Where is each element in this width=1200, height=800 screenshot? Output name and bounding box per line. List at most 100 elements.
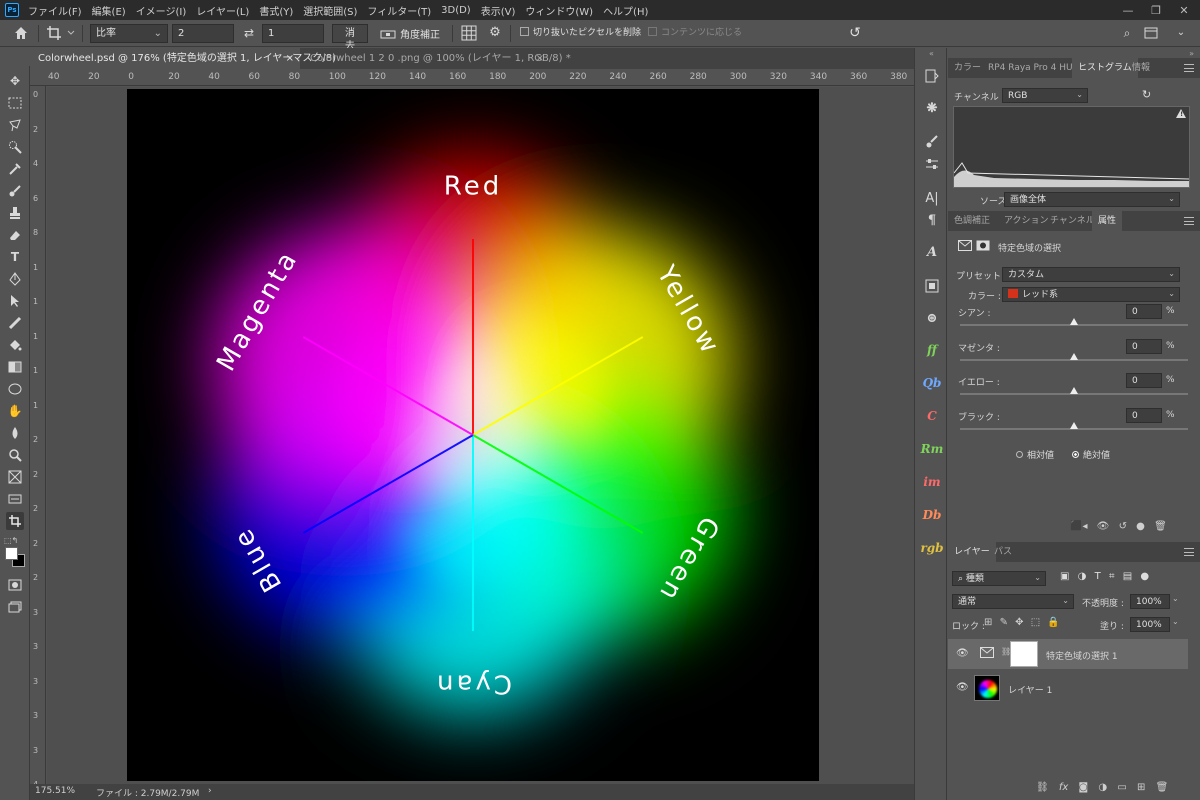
- reset-adjustment-icon[interactable]: ↺: [1119, 521, 1127, 532]
- content-aware-checkbox[interactable]: コンテンツに応じる: [648, 24, 748, 43]
- slider-thumb[interactable]: [1070, 421, 1078, 429]
- type-tool-icon[interactable]: T: [6, 248, 24, 266]
- mask-icon[interactable]: [976, 240, 990, 254]
- menu-image[interactable]: イメージ(I): [136, 3, 187, 18]
- fill-dropdown-icon[interactable]: ⌄: [1172, 617, 1179, 626]
- move-tool-icon[interactable]: ✥: [6, 72, 24, 90]
- clip-to-layer-icon[interactable]: ⬛◂: [1070, 521, 1087, 532]
- blend-mode-dropdown[interactable]: 通常 ⌄: [952, 594, 1074, 609]
- tab-info[interactable]: 情報: [1126, 58, 1156, 78]
- source-dropdown[interactable]: 画像全体 ⌄: [1004, 192, 1180, 207]
- ellipse-tool-icon[interactable]: [6, 380, 24, 398]
- plugin-icon-3[interactable]: Rm: [921, 439, 944, 459]
- lock-all-icon[interactable]: 🔒: [1047, 617, 1059, 628]
- menu-window[interactable]: ウィンドウ(W): [525, 3, 593, 18]
- link-layers-icon[interactable]: ⛓: [1036, 782, 1049, 793]
- menu-file[interactable]: ファイル(F): [28, 3, 82, 18]
- close-icon[interactable]: ×: [286, 48, 294, 69]
- search-icon[interactable]: ⌕: [1118, 24, 1136, 43]
- document-canvas[interactable]: Red Yellow Green Cyan Blue Magenta: [127, 89, 819, 781]
- add-mask-icon[interactable]: ◙: [1079, 782, 1089, 793]
- foreground-color-swatch[interactable]: [5, 547, 18, 560]
- shape-filter-icon[interactable]: ⌗: [1109, 571, 1115, 582]
- overlay-grid-icon[interactable]: [460, 24, 478, 43]
- gear-icon[interactable]: ⚙: [486, 24, 504, 43]
- layer-filter-dropdown[interactable]: ⌕ 種類 ⌄: [952, 571, 1046, 586]
- opacity-dropdown-icon[interactable]: ⌄: [1172, 594, 1179, 603]
- straighten-button[interactable]: 角度補正: [380, 24, 446, 43]
- menu-filter[interactable]: フィルター(T): [367, 3, 431, 18]
- relative-radio[interactable]: 相対値: [1016, 448, 1054, 461]
- menu-select[interactable]: 選択範囲(S): [303, 3, 357, 18]
- slider-thumb[interactable]: [1070, 318, 1078, 325]
- minimize-button[interactable]: —: [1114, 0, 1142, 20]
- width-ratio-input[interactable]: 2: [172, 24, 234, 43]
- layer-row-layer-1[interactable]: 👁 レイヤー 1: [948, 673, 1188, 703]
- plugin-icon-6[interactable]: rgb: [920, 538, 943, 558]
- slider-value-input[interactable]: 0: [1126, 407, 1162, 423]
- filter-toggle-icon[interactable]: ●: [1140, 571, 1149, 582]
- menu-view[interactable]: 表示(V): [481, 3, 516, 18]
- tab-colorwheel-png[interactable]: Colorwheel 1 2 0 .png @ 100% (レイヤー 1, RG…: [302, 48, 571, 69]
- trash-icon[interactable]: 🗑: [1156, 782, 1169, 793]
- tab-adjustments[interactable]: 色調補正: [948, 211, 996, 231]
- visibility-icon[interactable]: ●: [1136, 521, 1145, 532]
- absolute-radio[interactable]: 絶対値: [1072, 448, 1110, 461]
- paragraph-panel-icon[interactable]: ¶: [922, 210, 942, 230]
- character-panel-icon[interactable]: A|: [922, 188, 942, 208]
- slider-value-input[interactable]: 0: [1126, 304, 1162, 319]
- slider-thumb[interactable]: [1070, 387, 1078, 394]
- pixel-filter-icon[interactable]: ▣: [1060, 571, 1069, 582]
- layer-name[interactable]: レイヤー 1: [1008, 683, 1052, 696]
- eraser-tool-icon[interactable]: [6, 226, 24, 244]
- stamp-tool-icon[interactable]: [6, 204, 24, 222]
- glyphs-icon[interactable]: A: [922, 242, 942, 262]
- zoom-level[interactable]: 175.51%: [35, 786, 75, 796]
- lock-move-icon[interactable]: ✥: [1015, 617, 1023, 628]
- home-icon[interactable]: [12, 24, 30, 43]
- eyedropper-tool-icon[interactable]: [6, 160, 24, 178]
- plugin-icon-2[interactable]: C: [922, 406, 942, 426]
- crop-tool-preset-icon[interactable]: [46, 24, 76, 43]
- plugin-icon-5[interactable]: Db: [922, 505, 942, 525]
- close-icon[interactable]: ×: [536, 48, 544, 69]
- libraries-icon[interactable]: [922, 276, 942, 296]
- swap-colors-icon[interactable]: ⬚↰: [4, 536, 18, 545]
- layer-row-selective-color[interactable]: 👁 ⛓ 特定色域の選択 1: [948, 639, 1188, 669]
- tab-properties[interactable]: 属性: [1092, 211, 1123, 231]
- restore-button[interactable]: ❐: [1142, 0, 1170, 20]
- marquee-tool-icon[interactable]: [6, 94, 24, 112]
- new-adjustment-icon[interactable]: ◑: [1098, 782, 1107, 793]
- lasso-tool-icon[interactable]: [6, 116, 24, 134]
- view-previous-icon[interactable]: 👁: [1097, 521, 1110, 532]
- opacity-input[interactable]: 100%: [1130, 594, 1170, 609]
- ratio-dropdown[interactable]: 比率 ⌄: [90, 24, 168, 43]
- panel-menu-icon[interactable]: [1184, 548, 1194, 556]
- slider-thumb[interactable]: [1070, 352, 1078, 360]
- path-select-tool-icon[interactable]: [6, 292, 24, 310]
- panel-menu-icon[interactable]: [1184, 217, 1194, 225]
- slider-value-input[interactable]: 0: [1126, 373, 1162, 388]
- workspace-icon[interactable]: [1142, 24, 1160, 43]
- bucket-tool-icon[interactable]: [6, 336, 24, 354]
- slider-value-input[interactable]: 0: [1126, 338, 1162, 354]
- panel-menu-icon[interactable]: [1184, 64, 1194, 72]
- layer-mask-thumbnail[interactable]: [1010, 641, 1038, 667]
- tab-raya-pro[interactable]: RP4 Raya Pro 4 HUB: [982, 58, 1085, 78]
- plugin-icon-1[interactable]: Qb: [922, 373, 942, 393]
- sliders-icon[interactable]: [922, 154, 942, 174]
- swap-icon[interactable]: ⇄: [240, 24, 258, 43]
- adjustment-filter-icon[interactable]: ◑: [1078, 571, 1087, 582]
- fx-icon[interactable]: fx: [1059, 782, 1068, 793]
- menu-edit[interactable]: 編集(E): [92, 3, 126, 18]
- height-ratio-input[interactable]: 1: [262, 24, 324, 43]
- share-icon[interactable]: ⌄: [1170, 24, 1192, 43]
- misc-tool-icon[interactable]: [6, 490, 24, 508]
- frame-tool-icon[interactable]: [6, 468, 24, 486]
- blur-tool-icon[interactable]: [6, 424, 24, 442]
- plugin-icon-0[interactable]: ff: [922, 340, 942, 360]
- visibility-eye-icon[interactable]: 👁: [956, 648, 969, 659]
- close-window-button[interactable]: ✕: [1170, 0, 1198, 20]
- channel-dropdown[interactable]: RGB ⌄: [1002, 88, 1088, 103]
- color-adjust-icon[interactable]: ❋: [922, 98, 942, 118]
